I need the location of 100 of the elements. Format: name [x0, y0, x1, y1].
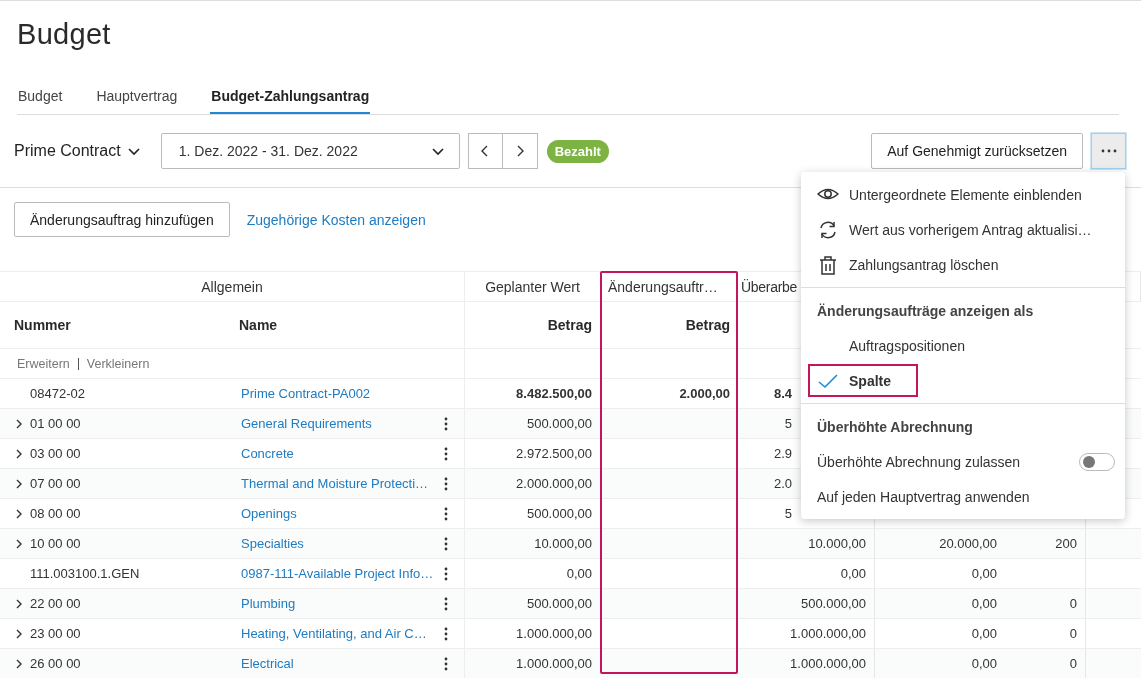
table-cell: 2.0	[773, 476, 792, 491]
name-link[interactable]: General Requirements	[241, 416, 372, 431]
column-group-header: Änderungsauftr…	[607, 277, 719, 297]
contract-dropdown[interactable]: Prime Contract	[14, 142, 141, 160]
chevron-right-icon	[15, 627, 23, 640]
table-cell: 0	[1069, 626, 1077, 641]
table-cell: 500.000,00	[526, 416, 592, 431]
table-cell: 2.000,00	[679, 386, 730, 401]
table-cell: 1.000.000,00	[516, 656, 592, 671]
column-header[interactable]: Betrag	[465, 302, 600, 348]
column-header[interactable]: Nummer	[0, 302, 225, 348]
chevron-right-icon	[15, 597, 23, 610]
table-cell: 5	[784, 416, 792, 431]
number-cell: 03 00 00	[30, 446, 81, 461]
reset-button[interactable]: Auf Genehmigt zurücksetzen	[871, 133, 1083, 169]
checkmark-icon	[817, 372, 839, 389]
tab[interactable]: Budget	[17, 84, 64, 114]
table-cell: 500.000,00	[526, 596, 592, 611]
name-link[interactable]: Prime Contract-PA002	[241, 386, 371, 401]
table-cell: 500.000,00	[526, 506, 592, 521]
next-button[interactable]	[502, 133, 538, 169]
table-cell: 2.972.500,00	[516, 446, 592, 461]
number-cell: 22 00 00	[30, 596, 81, 611]
number-cell: 01 00 00	[30, 416, 81, 431]
name-link[interactable]: Openings	[241, 506, 297, 521]
kebab-icon	[444, 626, 448, 641]
name-link[interactable]: Specialties	[241, 536, 304, 551]
kebab-icon	[444, 596, 448, 611]
more-button[interactable]	[1091, 133, 1126, 169]
name-link[interactable]: Heating, Ventilating, and Air C…	[241, 626, 427, 641]
table-cell: 1.000.000,00	[790, 656, 866, 671]
menu-option[interactable]: Spalte	[807, 363, 919, 398]
kebab-icon	[444, 566, 448, 581]
table-cell: 8.482.500,00	[516, 386, 592, 401]
name-link[interactable]: 0987-111-Available Project Info…	[241, 566, 434, 581]
table-cell: 0,00	[840, 566, 866, 581]
expand-all-link[interactable]: Erweitern	[17, 356, 70, 371]
name-link[interactable]: Concrete	[241, 446, 294, 461]
refresh-icon	[817, 219, 839, 240]
collapse-all-link[interactable]: Verkleinern	[86, 356, 150, 371]
menu-item[interactable]: Untergeordnete Elemente einblenden	[801, 177, 1125, 212]
table-cell: 200	[1055, 536, 1077, 551]
status-badge: Bezahlt	[546, 139, 609, 163]
trash-icon	[817, 254, 839, 275]
menu-item[interactable]: Auf jeden Hauptvertrag anwenden	[801, 479, 1125, 514]
chevron-right-icon	[15, 507, 23, 520]
kebab-icon	[444, 416, 448, 431]
menu-item-label: Überhöhte Abrechnung zulassen	[817, 453, 1021, 470]
chevron-right-icon	[15, 447, 23, 460]
column-group-header: Allgemein	[0, 272, 465, 301]
related-costs-link[interactable]: Zugehörige Kosten anzeigen	[246, 211, 426, 228]
menu-section-title: Änderungsaufträge anzeigen als	[816, 301, 1035, 321]
kebab-icon	[444, 656, 448, 671]
table-cell: 5	[784, 506, 792, 521]
kebab-icon	[444, 506, 448, 521]
table-cell: 20.000,00	[939, 536, 997, 551]
toggle-switch[interactable]	[1079, 452, 1115, 471]
page-title: Budget	[16, 17, 112, 52]
menu-option[interactable]: Auftragspositionen	[801, 328, 1125, 363]
chevron-down-icon	[126, 145, 141, 157]
menu-item[interactable]: Wert aus vorherigem Antrag aktualisi…	[801, 212, 1125, 247]
table-cell: 500.000,00	[800, 596, 866, 611]
number-cell: 10 00 00	[30, 536, 81, 551]
date-range-dropdown[interactable]: 1. Dez. 2022 - 31. Dez. 2022	[160, 133, 460, 169]
table-cell: 2.9	[773, 446, 792, 461]
column-group-header: Überarbe	[740, 277, 798, 297]
chevron-right-icon	[15, 537, 23, 550]
table-cell: 0,00	[566, 566, 592, 581]
previous-button[interactable]	[467, 133, 503, 169]
number-cell: 26 00 00	[30, 656, 81, 671]
number-cell: 111.003100.1.GEN	[30, 566, 140, 581]
chevron-down-icon	[430, 145, 445, 157]
table-cell: 0,00	[971, 596, 997, 611]
table-cell: 8.4	[773, 386, 792, 401]
more-icon	[1100, 149, 1117, 153]
kebab-icon	[444, 536, 448, 551]
table-cell: 0,00	[971, 626, 997, 641]
number-cell: 08472-02	[30, 386, 85, 401]
table-cell: 10.000,00	[534, 536, 592, 551]
tab[interactable]: Budget-Zahlungsantrag	[210, 84, 371, 114]
table-cell: 0,00	[971, 656, 997, 671]
number-cell: 23 00 00	[30, 626, 81, 641]
column-header[interactable]: Name	[225, 302, 465, 348]
table-cell: 0	[1069, 656, 1077, 671]
chevron-right-icon	[15, 417, 23, 430]
chevron-right-icon	[15, 477, 23, 490]
kebab-icon	[444, 476, 448, 491]
name-link[interactable]: Plumbing	[241, 596, 296, 611]
number-cell: 07 00 00	[30, 476, 81, 491]
tab[interactable]: Hauptvertrag	[95, 84, 179, 114]
name-link[interactable]: Thermal and Moisture Protecti…	[241, 476, 429, 491]
name-link[interactable]: Electrical	[241, 656, 294, 671]
column-group-header: Geplanter Wert	[484, 277, 581, 297]
add-change-order-button[interactable]: Änderungsauftrag hinzufügen	[14, 202, 230, 237]
menu-item[interactable]: Zahlungsantrag löschen	[801, 247, 1125, 282]
table-cell: 10.000,00	[808, 536, 866, 551]
number-cell: 08 00 00	[30, 506, 81, 521]
table-cell: 0,00	[971, 566, 997, 581]
column-header[interactable]: Betrag	[600, 302, 738, 348]
chevron-right-icon	[15, 657, 23, 670]
